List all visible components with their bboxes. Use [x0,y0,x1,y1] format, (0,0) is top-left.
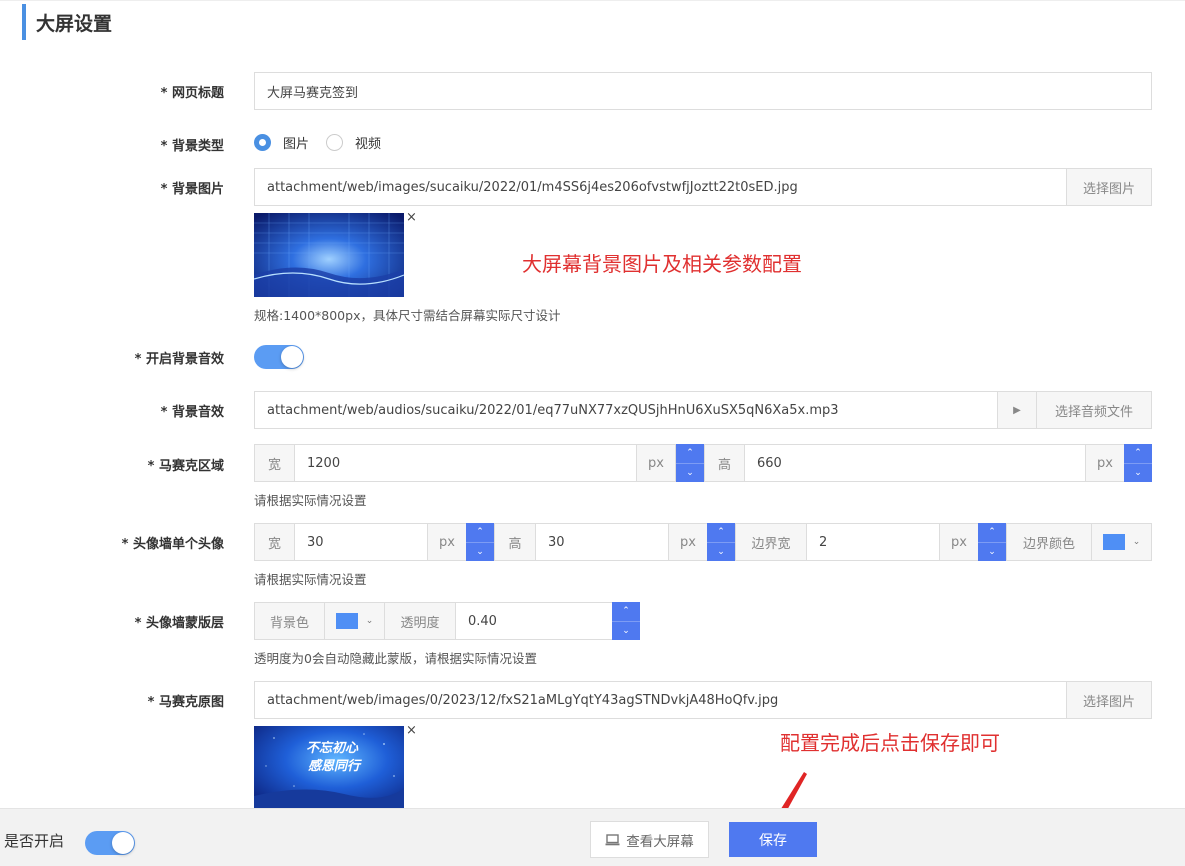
chevron-down-icon[interactable]: ⌄ [612,620,640,641]
avatar-height-input[interactable]: 30 [535,523,669,561]
mosaic-width-input[interactable]: 1200 [294,444,637,482]
avatar-border-color-picker[interactable]: ⌄ [1091,523,1152,561]
caret-down-icon: ⌄ [365,616,374,626]
avatar-width-unit: px [427,523,467,561]
view-big-screen-button[interactable]: 查看大屏幕 [590,821,709,858]
color-swatch [1102,534,1125,550]
chevron-down-icon[interactable]: ⌄ [707,541,735,562]
bg-audio-toggle[interactable] [254,345,304,369]
mosaic-width-unit: px [636,444,676,482]
mosaic-image-thumbnail: 不忘初心 感恩同行 [254,726,404,810]
overlay-label: * 头像墙蒙版层 [134,616,224,631]
thumb-text-line1: 不忘初心 [306,740,359,756]
chevron-up-icon[interactable]: ⌃ [707,523,735,542]
mosaic-width-addon: 宽 [254,444,295,482]
mosaic-height-addon: 高 [704,444,745,482]
bg-type-label: * 背景类型 [160,139,224,154]
mosaic-height-input[interactable]: 660 [744,444,1086,482]
mosaic-image-label: * 马赛克原图 [147,695,224,710]
select-mosaic-image-button[interactable]: 选择图片 [1066,681,1152,719]
chevron-up-icon[interactable]: ⌃ [466,523,494,542]
page-title-label: * 网页标题 [160,86,224,101]
mosaic-width-stepper[interactable]: ⌃ ⌄ [676,444,704,482]
chevron-up-icon[interactable]: ⌃ [1124,444,1152,463]
radio-checked-icon [254,134,271,151]
avatar-height-addon: 高 [494,523,536,561]
mosaic-area-label: * 马赛克区域 [147,459,224,474]
radio-unchecked-icon [326,134,343,151]
bg-audio-label: * 背景音效 [160,405,224,420]
color-swatch [335,613,358,629]
avatar-height-unit: px [668,523,708,561]
radio-video-label: 视频 [355,137,382,152]
avatar-border-stepper[interactable]: ⌃ ⌄ [978,523,1006,561]
overlay-opacity-stepper[interactable]: ⌃ ⌄ [612,602,640,640]
save-button[interactable]: 保存 [729,822,817,857]
overlay-bg-addon: 背景色 [254,602,325,640]
mosaic-image-path-input[interactable]: attachment/web/images/0/2023/12/fxS21aML… [254,681,1067,719]
avatar-hint: 请根据实际情况设置 [254,572,367,587]
avatar-border-unit: px [939,523,979,561]
overlay-opacity-addon: 透明度 [384,602,456,640]
enable-label: 是否开启 [4,832,65,850]
chevron-down-icon[interactable]: ⌄ [676,462,704,483]
toggle-knob [281,346,303,368]
page-title-input[interactable]: 大屏马赛克签到 [254,72,1152,110]
save-annotation-note: 配置完成后点击保存即可 [780,731,1000,755]
footer-bar: 是否开启 查看大屏幕 保存 [0,808,1185,866]
mosaic-area-hint: 请根据实际情况设置 [254,493,367,508]
chevron-down-icon[interactable]: ⌄ [1124,462,1152,483]
select-bg-image-button[interactable]: 选择图片 [1066,168,1152,206]
mosaic-height-stepper[interactable]: ⌃ ⌄ [1124,444,1152,482]
avatar-border-addon: 边界宽 [735,523,807,561]
chevron-up-icon[interactable]: ⌃ [978,523,1006,542]
chevron-up-icon[interactable]: ⌃ [676,444,704,463]
toggle-knob [112,832,134,854]
avatar-border-color-addon: 边界颜色 [1006,523,1092,561]
bg-audio-path-input[interactable]: attachment/web/audios/sucaiku/2022/01/eq… [254,391,998,429]
bg-image-path-input[interactable]: attachment/web/images/sucaiku/2022/01/m4… [254,168,1067,206]
section-title: 大屏设置 [36,12,113,35]
caret-down-icon: ⌄ [1132,537,1141,547]
play-audio-icon[interactable]: ▶ [997,391,1037,429]
view-big-screen-label: 查看大屏幕 [626,833,694,850]
overlay-opacity-input[interactable]: 0.40 [455,602,613,640]
select-audio-button[interactable]: 选择音频文件 [1036,391,1152,429]
overlay-hint: 透明度为0会自动隐藏此蒙版，请根据实际情况设置 [254,651,537,666]
radio-image[interactable]: 图片 [254,133,309,152]
enable-toggle[interactable] [85,831,135,855]
avatar-label: * 头像墙单个头像 [121,537,224,552]
bg-annotation-note: 大屏幕背景图片及相关参数配置 [522,252,802,276]
radio-image-label: 图片 [283,137,310,152]
radio-video[interactable]: 视频 [326,133,381,152]
avatar-width-stepper[interactable]: ⌃ ⌄ [466,523,494,561]
bg-image-label: * 背景图片 [160,182,224,197]
bg-image-thumbnail [254,213,404,297]
overlay-bg-color-picker[interactable]: ⌄ [324,602,385,640]
avatar-height-stepper[interactable]: ⌃ ⌄ [707,523,735,561]
section-header: 大屏设置 [22,4,112,40]
mosaic-height-unit: px [1085,444,1125,482]
avatar-border-input[interactable]: 2 [806,523,940,561]
remove-mosaic-image-close-icon[interactable]: × [406,723,417,738]
bg-image-hint: 规格:1400*800px，具体尺寸需结合屏幕实际尺寸设计 [254,308,561,323]
thumb-text-line2: 感恩同行 [308,758,362,774]
chevron-down-icon[interactable]: ⌄ [978,541,1006,562]
bg-audio-enable-label: * 开启背景音效 [134,352,224,367]
remove-bg-image-close-icon[interactable]: × [406,210,417,225]
laptop-icon [605,833,620,845]
avatar-width-input[interactable]: 30 [294,523,428,561]
avatar-width-addon: 宽 [254,523,295,561]
chevron-up-icon[interactable]: ⌃ [612,602,640,621]
chevron-down-icon[interactable]: ⌄ [466,541,494,562]
top-divider [0,0,1185,1]
